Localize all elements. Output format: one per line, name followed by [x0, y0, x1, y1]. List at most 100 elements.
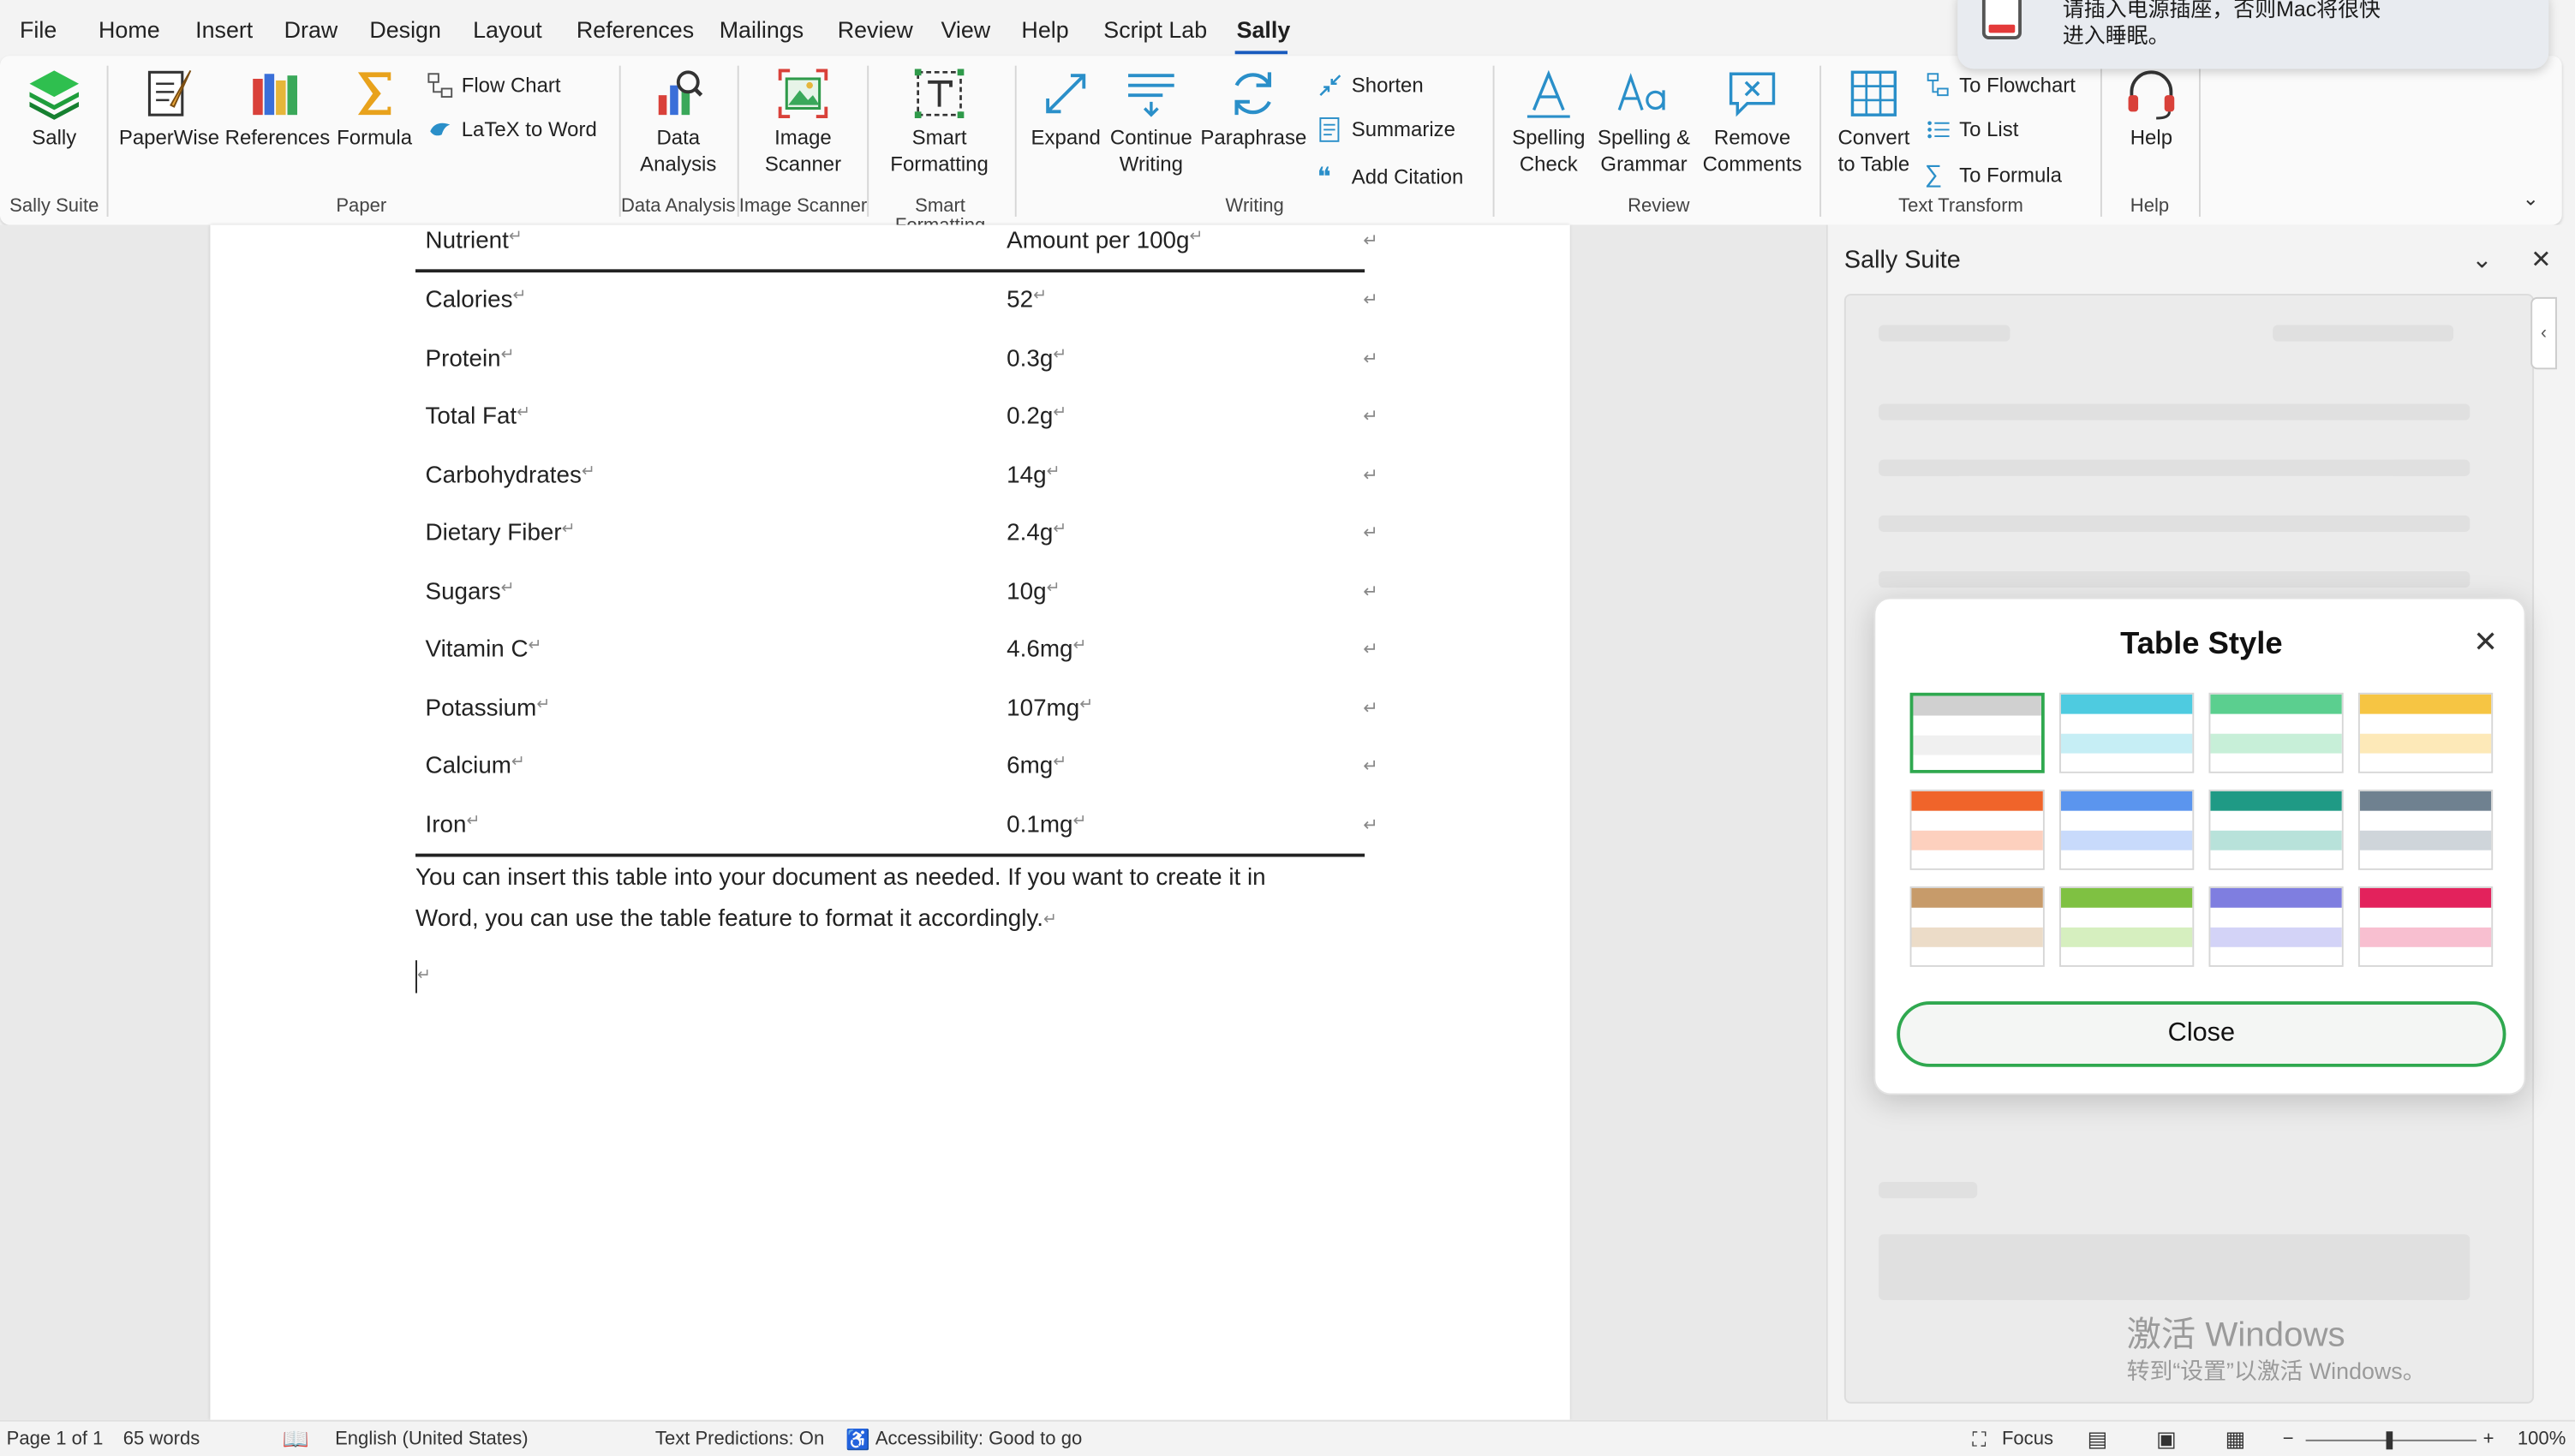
table-row[interactable]: Calories↵ 52↵ ↵	[415, 272, 1378, 330]
add-citation-button[interactable]: ❝ Add Citation	[1317, 161, 1464, 192]
data-analysis-button[interactable]: Data Analysis	[630, 66, 726, 177]
zoom-level[interactable]: 100%	[2518, 1429, 2566, 1449]
table-cell[interactable]: Vitamin C↵	[426, 637, 542, 664]
battery-notification[interactable]: 请插入电源插座，否则Mac将很快 进入睡眠。	[1957, 0, 2549, 69]
table-style-swatch[interactable]	[1909, 789, 2045, 870]
table-style-swatch[interactable]	[1909, 886, 2045, 967]
ribbon-collapse-chevron-icon[interactable]: ⌄	[2523, 187, 2539, 210]
menu-home[interactable]: Home	[99, 16, 160, 43]
table-style-swatch[interactable]	[2059, 692, 2195, 773]
zoom-out-icon[interactable]: −	[2283, 1429, 2294, 1449]
accessibility-status[interactable]: Accessibility: Good to go	[875, 1429, 1082, 1449]
focus-mode-button[interactable]: Focus	[2002, 1429, 2053, 1449]
text-predictions-status[interactable]: Text Predictions: On	[655, 1429, 824, 1449]
proofing-book-icon[interactable]: 📖	[283, 1427, 309, 1453]
read-mode-icon[interactable]: ▤	[2088, 1427, 2108, 1453]
table-cell[interactable]: 52↵	[1007, 287, 1047, 313]
expand-button[interactable]: Expand	[1028, 66, 1103, 152]
menu-design[interactable]: Design	[369, 16, 441, 43]
table-cell[interactable]: Protein↵	[426, 345, 515, 372]
help-button[interactable]: Help	[2115, 66, 2187, 152]
table-style-swatch[interactable]	[2357, 886, 2494, 967]
table-cell[interactable]: Iron↵	[426, 812, 481, 838]
table-cell[interactable]: Potassium↵	[426, 695, 551, 722]
formula-button[interactable]: Formula	[333, 66, 415, 152]
web-layout-icon[interactable]: ▦	[2225, 1427, 2246, 1453]
table-style-swatch[interactable]	[2059, 886, 2195, 967]
shorten-button[interactable]: Shorten	[1317, 72, 1424, 98]
table-cell[interactable]: 0.1mg↵	[1007, 812, 1086, 838]
zoom-slider-thumb[interactable]	[2386, 1431, 2393, 1450]
menu-references[interactable]: References	[577, 16, 694, 43]
menu-sally[interactable]: Sally	[1237, 16, 1291, 43]
table-cell[interactable]: 2.4g↵	[1007, 521, 1066, 547]
paperwise-button[interactable]: PaperWise	[118, 66, 220, 152]
to-flowchart-button[interactable]: To Flowchart	[1925, 72, 2076, 98]
smart-formatting-button[interactable]: Smart Formatting	[883, 66, 995, 177]
table-row[interactable]: Total Fat↵ 0.2g↵ ↵	[415, 389, 1378, 446]
summarize-button[interactable]: Summarize	[1317, 116, 1455, 143]
table-cell[interactable]: Nutrient↵	[426, 228, 523, 254]
spelling-check-button[interactable]: Spelling Check	[1504, 66, 1593, 177]
table-style-swatch[interactable]	[2357, 692, 2494, 773]
table-cell[interactable]: 10g↵	[1007, 579, 1060, 606]
table-style-swatch[interactable]	[1909, 692, 2045, 773]
table-row[interactable]: Sugars↵ 10g↵ ↵	[415, 564, 1378, 621]
table-cell[interactable]: Dietary Fiber↵	[426, 521, 576, 547]
sally-button[interactable]: Sally	[20, 66, 89, 152]
table-row[interactable]: Carbohydrates↵ 14g↵ ↵	[415, 447, 1378, 504]
table-row[interactable]: Dietary Fiber↵ 2.4g↵ ↵	[415, 505, 1378, 563]
table-header-row[interactable]: Nutrient↵ Amount per 100g↵ ↵	[415, 213, 1378, 271]
menu-review[interactable]: Review	[838, 16, 913, 43]
image-scanner-button[interactable]: Image Scanner	[754, 66, 852, 177]
spelling-grammar-button[interactable]: Spelling & Grammar	[1593, 66, 1695, 177]
pane-close-icon[interactable]: ✕	[2530, 245, 2551, 274]
menu-help[interactable]: Help	[1021, 16, 1068, 43]
menu-script-lab[interactable]: Script Lab	[1103, 16, 1207, 43]
menu-insert[interactable]: Insert	[195, 16, 253, 43]
table-style-swatch[interactable]	[2208, 789, 2344, 870]
page-count[interactable]: Page 1 of 1	[7, 1429, 104, 1449]
table-cell[interactable]: 14g↵	[1007, 462, 1060, 489]
menu-mailings[interactable]: Mailings	[720, 16, 804, 43]
table-cell[interactable]: 107mg↵	[1007, 695, 1093, 722]
table-row[interactable]: Vitamin C↵ 4.6mg↵ ↵	[415, 622, 1378, 679]
pane-options-chevron-icon[interactable]: ⌄	[2471, 245, 2492, 274]
table-cell[interactable]: Calories↵	[426, 287, 527, 313]
table-cell[interactable]: 0.2g↵	[1007, 403, 1066, 430]
table-cell[interactable]: 6mg↵	[1007, 754, 1066, 780]
pane-collapse-tab-chevron-icon[interactable]: ‹	[2530, 296, 2557, 370]
table-cell[interactable]: Calcium↵	[426, 754, 525, 780]
table-style-swatch[interactable]	[2208, 886, 2344, 967]
table-cell[interactable]: Amount per 100g↵	[1007, 228, 1203, 254]
table-cell[interactable]: Total Fat↵	[426, 403, 531, 430]
convert-to-table-button[interactable]: Convert to Table	[1831, 66, 1917, 177]
zoom-in-icon[interactable]: +	[2483, 1429, 2494, 1449]
menu-draw[interactable]: Draw	[284, 16, 338, 43]
table-row[interactable]: Protein↵ 0.3g↵ ↵	[415, 331, 1378, 388]
language-status[interactable]: English (United States)	[335, 1429, 528, 1449]
table-cell[interactable]: Carbohydrates↵	[426, 462, 595, 489]
table-style-swatch[interactable]	[2059, 789, 2195, 870]
table-cell[interactable]: 0.3g↵	[1007, 345, 1066, 372]
table-style-swatch[interactable]	[2357, 789, 2494, 870]
table-row[interactable]: Potassium↵ 107mg↵ ↵	[415, 680, 1378, 737]
menu-layout[interactable]: Layout	[473, 16, 542, 43]
document-paragraph[interactable]: You can insert this table into your docu…	[415, 858, 1368, 940]
table-row[interactable]: Calcium↵ 6mg↵ ↵	[415, 738, 1378, 796]
table-cell[interactable]: Sugars↵	[426, 579, 515, 606]
to-list-button[interactable]: To List	[1925, 116, 2018, 143]
word-count[interactable]: 65 words	[123, 1429, 200, 1449]
references-button[interactable]: References	[225, 66, 330, 152]
menu-view[interactable]: View	[941, 16, 990, 43]
remove-comments-button[interactable]: Remove Comments	[1698, 66, 1807, 177]
to-formula-button[interactable]: ∑ To Formula	[1925, 161, 2062, 189]
flow-chart-button[interactable]: Flow Chart	[427, 72, 561, 98]
table-cell[interactable]: 4.6mg↵	[1007, 637, 1086, 664]
dialog-close-icon[interactable]: ✕	[2473, 625, 2498, 659]
paraphrase-button[interactable]: Paraphrase	[1200, 66, 1306, 152]
close-button[interactable]: Close	[1897, 1001, 2506, 1067]
document-page[interactable]: Nutrient↵ Amount per 100g↵ ↵ Calories↵ 52↵ ↵ P…	[210, 224, 1570, 1420]
continue-writing-button[interactable]: Continue Writing	[1107, 66, 1196, 177]
menu-file[interactable]: File	[20, 16, 57, 43]
